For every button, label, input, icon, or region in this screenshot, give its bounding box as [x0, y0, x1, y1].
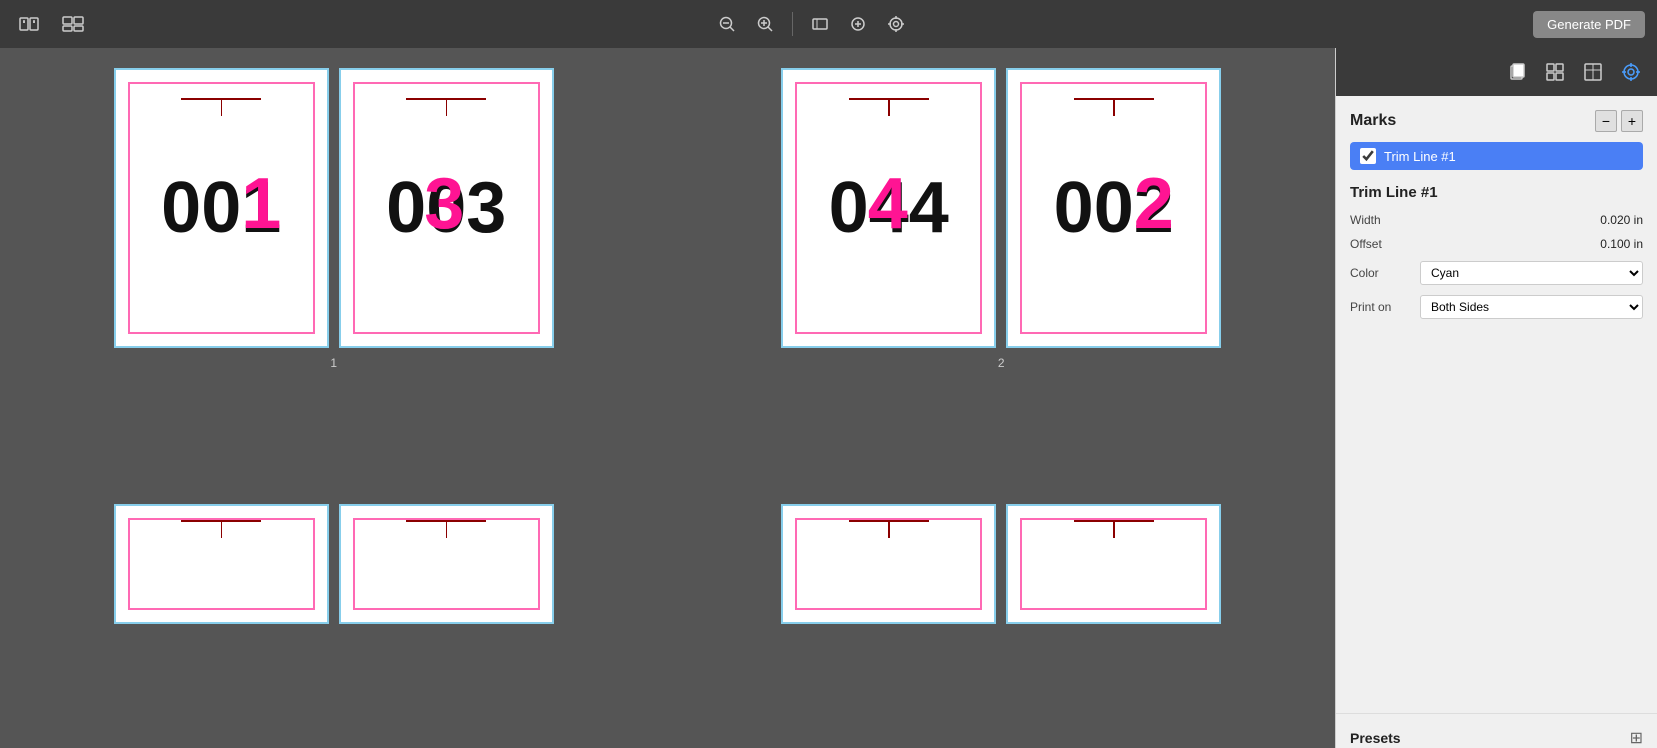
spread-1: 0011 0033 1 — [0, 48, 668, 494]
page-003: 0033 — [339, 68, 554, 348]
spread-2: 0444 0022 2 — [668, 48, 1336, 494]
page-number-044: 0444 — [829, 172, 949, 244]
width-row: Width 0.020 in — [1350, 213, 1643, 227]
right-panel: Marks − + Trim Line #1 Trim Line #1 Widt… — [1335, 48, 1657, 748]
width-value: 0.020 in — [1420, 213, 1643, 227]
color-row: Color Cyan Magenta Yellow Black Registra… — [1350, 261, 1643, 285]
page-number-003: 0033 — [386, 172, 506, 244]
presets-title: Presets — [1350, 730, 1401, 746]
page-number-001: 0011 — [161, 172, 281, 244]
main-content: 0011 0033 1 — [0, 48, 1657, 748]
presets-grid-icon[interactable]: ⊞ — [1630, 728, 1643, 748]
page-bl2-inner — [353, 518, 540, 610]
spread-1-pages: 0011 0033 — [114, 68, 554, 348]
page-br2-inner — [1020, 518, 1207, 610]
trim-line-item[interactable]: Trim Line #1 — [1350, 142, 1643, 170]
offset-row: Offset 0.100 in — [1350, 237, 1643, 251]
presets-section: Presets ⊞ — [1336, 713, 1657, 748]
spread-3 — [0, 494, 668, 748]
marks-remove-btn[interactable]: − — [1595, 110, 1617, 132]
offset-label: Offset — [1350, 237, 1420, 251]
page-003-inner: 0033 — [353, 82, 540, 334]
panel-spacer — [1336, 329, 1657, 713]
page-bottom-left-1 — [114, 504, 329, 624]
layout-btn-2[interactable] — [56, 9, 90, 39]
marks-title: Marks — [1350, 112, 1396, 130]
zoom-fit-btn[interactable] — [843, 11, 873, 37]
print-on-label: Print on — [1350, 300, 1420, 314]
spread-4-pages — [781, 504, 1221, 624]
presets-header: Presets ⊞ — [1350, 728, 1643, 748]
spread-3-pages — [114, 504, 554, 624]
toolbar-divider — [792, 12, 793, 36]
trim-line-item-label: Trim Line #1 — [1384, 149, 1456, 164]
page-bottom-right-2 — [1006, 504, 1221, 624]
generate-pdf-button[interactable]: Generate PDF — [1533, 11, 1645, 38]
toolbar-left — [12, 9, 90, 39]
page-bottom-left-2 — [339, 504, 554, 624]
zoom-out-btn[interactable] — [712, 11, 742, 37]
width-label: Width — [1350, 213, 1420, 227]
page-bottom-right-1 — [781, 504, 996, 624]
panel-toolbar — [1336, 48, 1657, 96]
page-002-inner: 0022 — [1020, 82, 1207, 334]
page-br1-inner — [795, 518, 982, 610]
page-044: 0444 — [781, 68, 996, 348]
trim-line-properties: Trim Line #1 Width 0.020 in Offset 0.100… — [1336, 184, 1657, 329]
toolbar-center — [98, 11, 1525, 37]
color-select[interactable]: Cyan Magenta Yellow Black Registration — [1420, 261, 1643, 285]
page-number-002: 0022 — [1054, 172, 1174, 244]
trim-line-checkbox[interactable] — [1360, 148, 1376, 164]
spread-2-label: 2 — [998, 356, 1005, 370]
marks-actions: − + — [1595, 110, 1643, 132]
panel-copy-btn[interactable] — [1501, 58, 1533, 86]
spread-4 — [668, 494, 1336, 748]
zoom-all-btn[interactable] — [881, 11, 911, 37]
page-044-inner: 0444 — [795, 82, 982, 334]
main-toolbar: Generate PDF — [0, 0, 1657, 48]
offset-value: 0.100 in — [1420, 237, 1643, 251]
panel-table-btn[interactable] — [1577, 58, 1609, 86]
canvas-area: 0011 0033 1 — [0, 48, 1335, 748]
color-label: Color — [1350, 266, 1420, 280]
marks-section: Marks − + Trim Line #1 — [1336, 96, 1657, 184]
page-bl1-inner — [128, 518, 315, 610]
spread-2-pages: 0444 0022 — [781, 68, 1221, 348]
page-001: 0011 — [114, 68, 329, 348]
props-title: Trim Line #1 — [1350, 184, 1643, 201]
layout-btn-1[interactable] — [12, 9, 46, 39]
panel-grid-btn[interactable] — [1539, 58, 1571, 86]
page-002: 0022 — [1006, 68, 1221, 348]
print-on-row: Print on Both Sides Front Only Back Only — [1350, 295, 1643, 319]
fit-page-btn[interactable] — [805, 11, 835, 37]
marks-header: Marks − + — [1350, 110, 1643, 132]
spread-1-label: 1 — [330, 356, 337, 370]
print-on-select[interactable]: Both Sides Front Only Back Only — [1420, 295, 1643, 319]
toolbar-right: Generate PDF — [1533, 11, 1645, 38]
page-001-inner: 0011 — [128, 82, 315, 334]
marks-add-btn[interactable]: + — [1621, 110, 1643, 132]
panel-target-btn[interactable] — [1615, 58, 1647, 86]
zoom-in-btn[interactable] — [750, 11, 780, 37]
